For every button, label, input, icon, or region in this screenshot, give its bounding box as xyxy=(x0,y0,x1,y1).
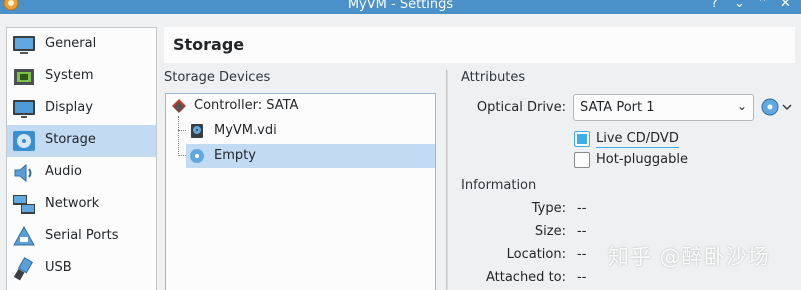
settings-sidebar: General System Display Storage Audio Net… xyxy=(6,27,157,290)
sidebar-item-system[interactable]: System xyxy=(7,61,156,93)
sidebar-item-label: USB xyxy=(45,260,72,275)
minimize-button[interactable]: ⌄ xyxy=(734,0,745,11)
sidebar-item-storage[interactable]: Storage xyxy=(7,125,156,157)
attached-to-value: -- xyxy=(577,270,587,285)
information-title: Information xyxy=(461,178,537,193)
sidebar-item-label: General xyxy=(45,36,97,51)
sidebar-item-label: Display xyxy=(45,100,93,115)
live-cd-label[interactable]: Live CD/DVD xyxy=(596,131,679,148)
sidebar-item-label: Network xyxy=(45,196,100,211)
tree-item-myvm-vdi[interactable]: MyVM.vdi xyxy=(166,119,435,143)
attributes-title: Attributes xyxy=(461,70,526,85)
sidebar-item-label: Serial Ports xyxy=(45,228,119,243)
tree-branch-line xyxy=(178,155,186,156)
close-button[interactable]: ✕ xyxy=(780,0,791,11)
sidebar-item-display[interactable]: Display xyxy=(7,93,156,125)
maximize-button[interactable]: ⌃ xyxy=(757,0,768,11)
chevron-down-icon: ⌄ xyxy=(736,99,747,113)
optical-drive-value: SATA Port 1 xyxy=(580,100,655,115)
controller-icon xyxy=(172,99,186,113)
page-title: Storage xyxy=(173,35,245,54)
attached-to-label: Attached to: xyxy=(485,270,566,285)
hot-pluggable-checkbox[interactable] xyxy=(574,152,590,168)
sidebar-item-general[interactable]: General xyxy=(7,29,156,61)
optical-disc-icon xyxy=(190,149,204,163)
serial-port-icon xyxy=(13,225,35,246)
storage-tree[interactable]: Controller: SATA MyVM.vdi Empty xyxy=(165,93,436,290)
speaker-icon xyxy=(14,163,32,183)
watermark-text: 知乎 @醉卧沙场 xyxy=(608,245,770,269)
window-title: MyVM - Settings xyxy=(347,0,454,12)
live-cd-checkbox[interactable] xyxy=(574,131,590,147)
hard-disk-icon xyxy=(191,124,203,138)
controller-label: Controller: SATA xyxy=(194,98,299,113)
choose-disk-button[interactable] xyxy=(760,97,794,117)
location-label: Location: xyxy=(506,247,566,262)
optical-drive-select[interactable]: SATA Port 1 ⌄ xyxy=(573,94,754,121)
optical-drive-label: Optical Drive: xyxy=(476,100,566,115)
type-label: Type: xyxy=(531,201,566,216)
monitor-icon xyxy=(13,36,35,54)
attachment-label: MyVM.vdi xyxy=(214,123,277,138)
sidebar-item-audio[interactable]: Audio xyxy=(7,157,156,189)
size-label: Size: xyxy=(534,224,566,239)
chip-icon xyxy=(14,69,34,85)
sidebar-item-serial-ports[interactable]: Serial Ports xyxy=(7,221,156,253)
location-value: -- xyxy=(577,247,587,262)
type-value: -- xyxy=(577,201,587,216)
attachment-label: Empty xyxy=(214,148,256,163)
tree-controller-sata[interactable]: Controller: SATA xyxy=(166,94,435,118)
sidebar-item-network[interactable]: Network xyxy=(7,189,156,221)
panel-splitter[interactable] xyxy=(446,70,448,290)
size-value: -- xyxy=(577,224,587,239)
help-button[interactable]: ? xyxy=(711,0,718,11)
sidebar-item-label: Audio xyxy=(45,164,82,179)
hot-pluggable-label[interactable]: Hot-pluggable xyxy=(596,152,688,167)
page-header: Storage xyxy=(164,27,795,63)
tree-item-empty[interactable]: Empty xyxy=(186,144,435,168)
sidebar-item-usb[interactable]: USB xyxy=(7,253,156,285)
usb-icon xyxy=(13,257,34,281)
sidebar-item-label: Storage xyxy=(45,132,96,147)
storage-devices-title: Storage Devices xyxy=(164,70,271,85)
title-bar: MyVM - Settings ? ⌄ ⌃ ✕ xyxy=(0,0,801,14)
network-icon xyxy=(13,195,35,214)
sidebar-item-label: System xyxy=(45,68,94,83)
disc-icon xyxy=(13,131,35,151)
display-icon xyxy=(13,100,35,118)
